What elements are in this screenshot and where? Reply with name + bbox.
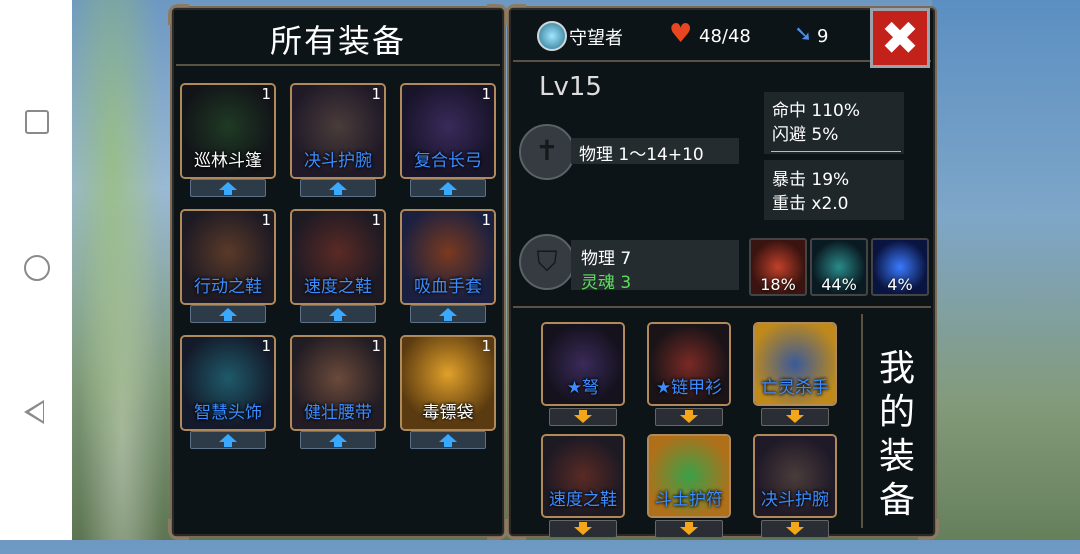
moves-value: 9	[817, 26, 829, 47]
equip-arrow-button[interactable]	[410, 179, 486, 197]
background-scenery	[72, 0, 172, 540]
lightning-resistance-icon: 4%	[871, 238, 929, 296]
unequip-arrow-button[interactable]	[549, 520, 617, 538]
equip-arrow-button[interactable]	[190, 431, 266, 449]
arrow-up-icon	[329, 308, 347, 321]
equip-arrow-button[interactable]	[190, 179, 266, 197]
attack-stat: 物理 1～14+10	[579, 145, 704, 165]
arrow-down-icon	[680, 522, 698, 535]
evasion-stat: 闪避 5%	[772, 125, 839, 145]
background-scenery-right	[932, 0, 1080, 540]
heart-icon: ♥	[669, 19, 693, 49]
close-icon: ✖	[880, 11, 920, 65]
defense-soul-stat: 灵魂 3	[581, 273, 632, 293]
equipped-item[interactable]: ★链甲衫	[647, 322, 743, 442]
all-equipment-panel: 所有装备 1 巡林斗篷 1 决斗护腕 1 复合长弓 1 行动之鞋 1 速度之鞋 …	[168, 4, 508, 540]
sword-icon: ✝	[519, 124, 575, 180]
unequip-arrow-button[interactable]	[655, 520, 723, 538]
equipped-item[interactable]: ★弩	[541, 322, 637, 442]
equipped-item[interactable]: 斗士护符	[647, 434, 743, 554]
accuracy-stat: 命中 110%	[772, 101, 861, 121]
back-button[interactable]	[24, 400, 44, 424]
equipped-item[interactable]: 速度之鞋	[541, 434, 637, 554]
arrow-up-icon	[329, 434, 347, 447]
equipped-item[interactable]: 亡灵杀手	[753, 322, 849, 442]
unequip-arrow-button[interactable]	[761, 408, 829, 426]
level-label: Lv15	[539, 72, 602, 102]
equip-arrow-button[interactable]	[410, 431, 486, 449]
hp-value: 48/48	[699, 26, 751, 47]
equipment-item[interactable]: 1 复合长弓	[400, 83, 496, 203]
arrow-up-icon	[219, 308, 237, 321]
home-button[interactable]	[24, 255, 50, 281]
equip-arrow-button[interactable]	[410, 305, 486, 323]
arrow-down-icon	[574, 522, 592, 535]
recent-apps-button[interactable]	[25, 110, 49, 134]
close-button[interactable]: ✖	[870, 8, 930, 68]
fire-resistance-icon: 18%	[749, 238, 807, 296]
arrow-down-icon	[786, 410, 804, 423]
arrow-down-icon	[574, 410, 592, 423]
equipment-item[interactable]: 1 健壮腰带	[290, 335, 386, 455]
arrow-down-icon	[786, 522, 804, 535]
equipment-item[interactable]: 1 行动之鞋	[180, 209, 276, 329]
equipment-item[interactable]: 1 巡林斗篷	[180, 83, 276, 203]
unequip-arrow-button[interactable]	[549, 408, 617, 426]
arrow-up-icon	[329, 182, 347, 195]
equip-arrow-button[interactable]	[300, 305, 376, 323]
android-nav-bar	[0, 0, 72, 540]
equipment-item[interactable]: 1 毒镖袋	[400, 335, 496, 455]
heavy-hit-stat: 重击 x2.0	[772, 194, 849, 214]
equipped-item[interactable]: 决斗护腕	[753, 434, 849, 554]
my-equipment-title: 我 的 装 备	[861, 314, 931, 528]
all-equipment-title: 所有装备	[269, 22, 406, 60]
defense-physical-stat: 物理 7	[581, 249, 632, 269]
equip-arrow-button[interactable]	[300, 431, 376, 449]
wind-resistance-icon: 44%	[810, 238, 868, 296]
class-name: 守望者	[569, 28, 623, 49]
unequip-arrow-button[interactable]	[761, 520, 829, 538]
shield-icon: ⛉	[519, 234, 575, 290]
arrow-up-icon	[439, 182, 457, 195]
arrow-up-icon	[439, 308, 457, 321]
character-status-panel: 守望者 ♥ 48/48 ➘ 9 Lv15 ✝ 物理 1～14+10 命中 110…	[505, 4, 939, 540]
equipment-item[interactable]: 1 智慧头饰	[180, 335, 276, 455]
crit-stat: 暴击 19%	[772, 170, 850, 190]
equipment-item[interactable]: 1 速度之鞋	[290, 209, 386, 329]
unequip-arrow-button[interactable]	[655, 408, 723, 426]
boot-icon: ➘	[794, 22, 813, 47]
arrow-up-icon	[439, 434, 457, 447]
arrow-down-icon	[680, 410, 698, 423]
arrow-up-icon	[219, 434, 237, 447]
equip-arrow-button[interactable]	[190, 305, 266, 323]
equip-arrow-button[interactable]	[300, 179, 376, 197]
arrow-up-icon	[219, 182, 237, 195]
equipment-item[interactable]: 1 吸血手套	[400, 209, 496, 329]
class-emblem-icon	[537, 21, 567, 51]
status-top-bar: 守望者 ♥ 48/48 ➘ 9	[509, 8, 869, 60]
equipment-item[interactable]: 1 决斗护腕	[290, 83, 386, 203]
